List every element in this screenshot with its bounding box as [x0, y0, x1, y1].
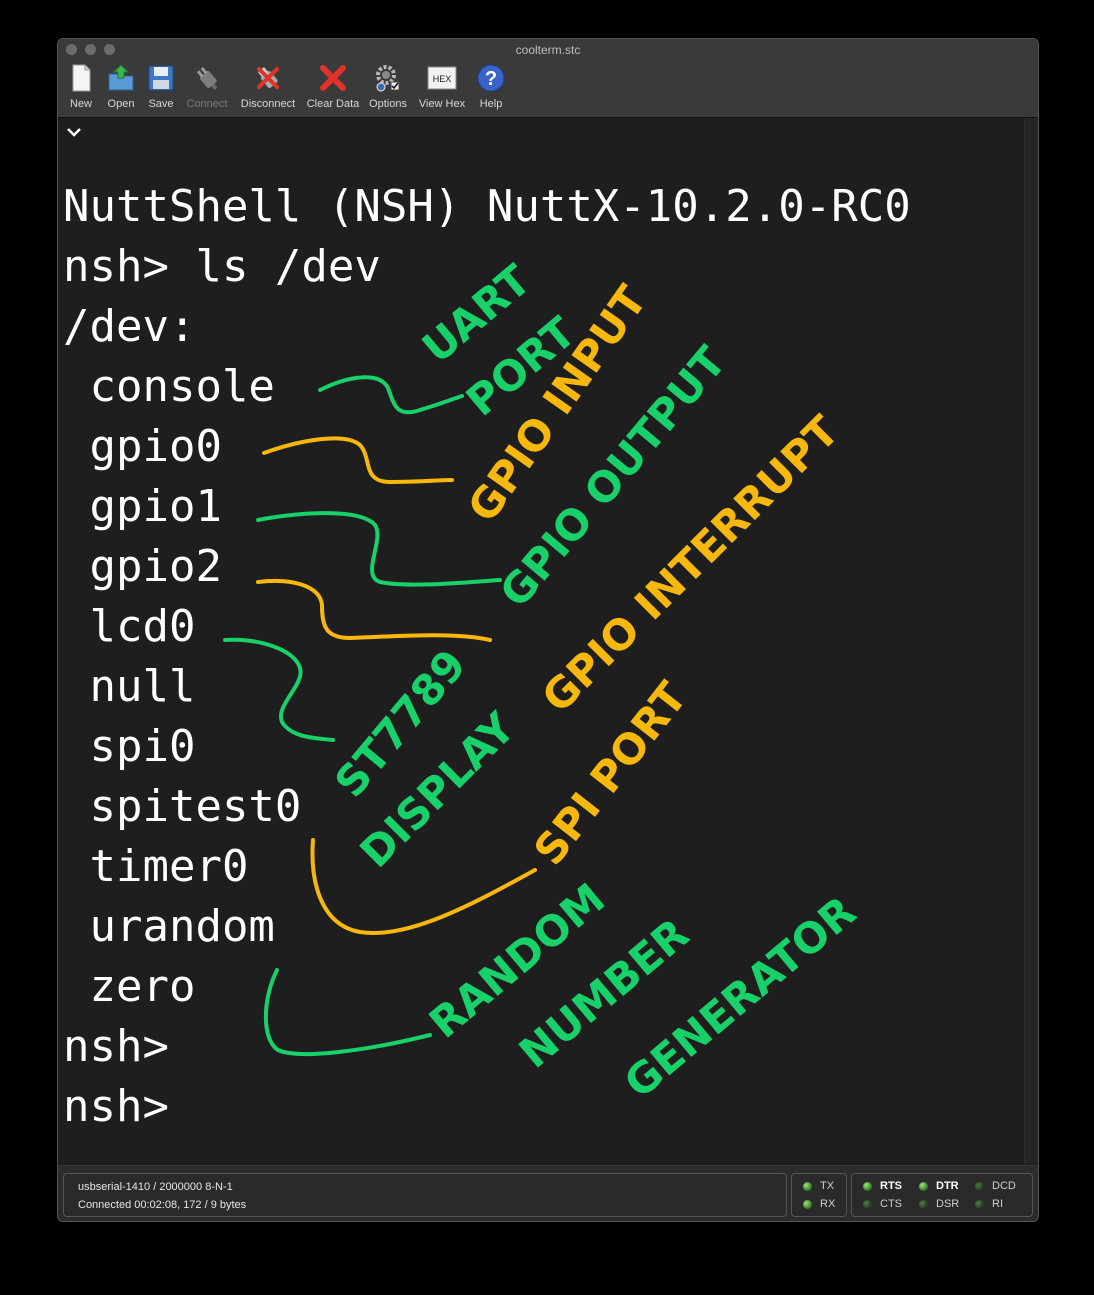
- spi-arrow: [310, 838, 537, 935]
- handwritten-annotations: UART PORT GPIO INPUT GPIO OUTPUT GPIO IN…: [223, 255, 865, 1108]
- gpio2-arrow: [256, 578, 492, 642]
- urandom-arrow: [263, 968, 432, 1056]
- gpio-interrupt-label: GPIO INTERRUPT: [532, 406, 848, 722]
- console-arrow: [318, 375, 464, 415]
- gpio0-arrow: [262, 436, 454, 484]
- lcd0-arrow: [223, 637, 335, 742]
- gpio1-arrow: [256, 511, 502, 587]
